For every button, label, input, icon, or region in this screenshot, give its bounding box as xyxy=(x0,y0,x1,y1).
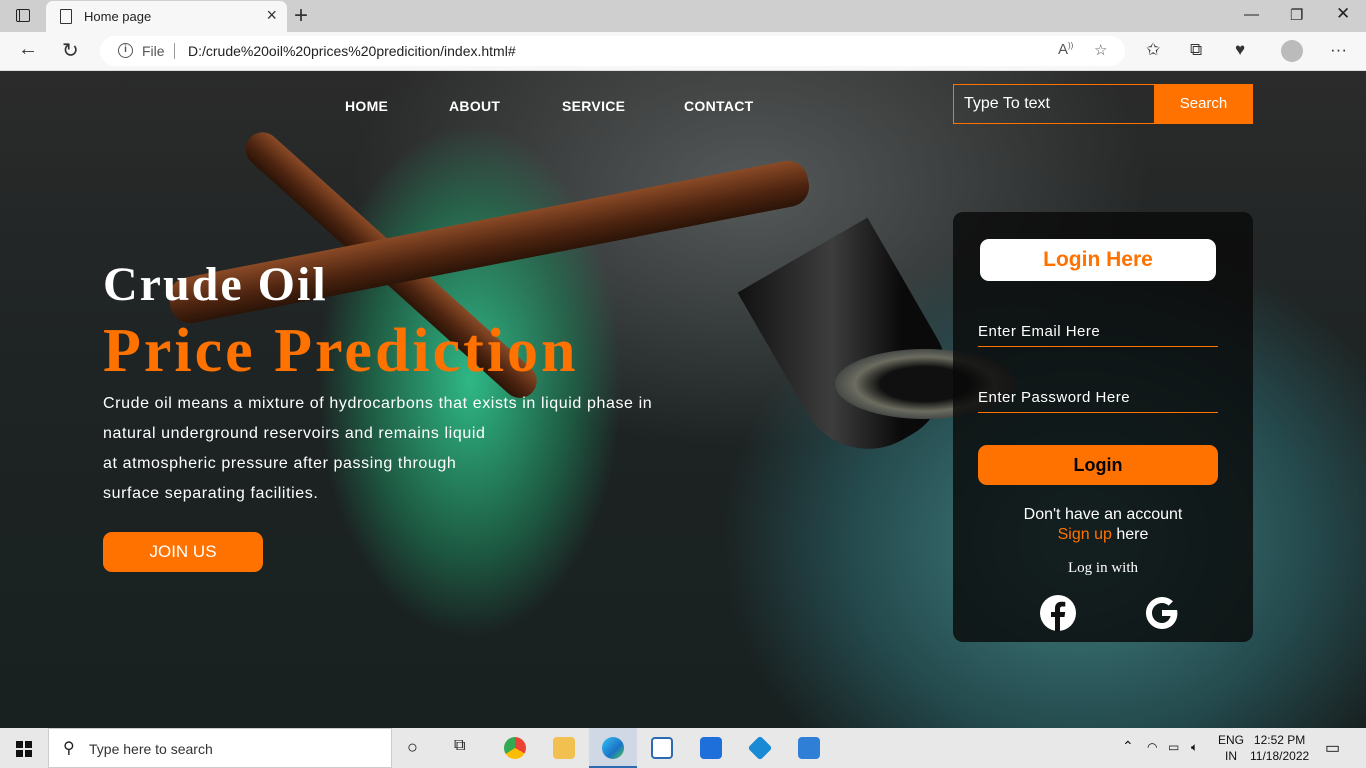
taskbar-search-placeholder: Type here to search xyxy=(89,741,213,757)
more-menu-icon[interactable]: ··· xyxy=(1330,40,1347,60)
signup-suffix: here xyxy=(1111,526,1149,543)
minimize-icon[interactable]: — xyxy=(1244,6,1259,23)
clock-time: 12:52 PM xyxy=(1253,733,1306,747)
hero-description: Crude oil means a mixture of hydrocarbon… xyxy=(103,389,703,509)
show-hidden-icons[interactable]: ⌃ xyxy=(1122,738,1134,755)
new-tab-icon[interactable]: + xyxy=(294,2,308,30)
url-text[interactable]: D:/crude%20oil%20prices%20predicition/in… xyxy=(188,43,516,59)
collections-icon[interactable]: ⧉ xyxy=(1190,40,1202,60)
search-icon: ⚲ xyxy=(63,740,75,757)
login-button[interactable]: Login xyxy=(978,445,1218,485)
search-button[interactable]: Search xyxy=(1154,84,1253,124)
back-icon[interactable]: ← xyxy=(18,38,38,61)
hero-description-line: at atmospheric pressure after passing th… xyxy=(103,455,457,472)
read-aloud-icon[interactable]: A)) xyxy=(1058,41,1073,58)
refresh-icon[interactable]: ↻ xyxy=(62,38,79,63)
browser-tab-bar: Home page × + — ❐ ✕ xyxy=(0,0,1366,32)
signup-link[interactable]: Sign up xyxy=(1058,526,1112,543)
system-clock[interactable]: 12:52 PM 11/18/2022 xyxy=(1250,732,1309,764)
nav-about[interactable]: ABOUT xyxy=(449,98,500,114)
nav-home[interactable]: HOME xyxy=(345,98,388,114)
hero-description-line: Crude oil means a mixture of hydrocarbon… xyxy=(103,395,653,412)
google-icon[interactable] xyxy=(1144,595,1180,631)
clock-date: 11/18/2022 xyxy=(1250,749,1310,763)
close-window-icon[interactable]: ✕ xyxy=(1336,4,1350,24)
info-icon[interactable]: i xyxy=(118,43,133,58)
web-page: HOME ABOUT SERVICE CONTACT Type To text … xyxy=(0,71,1366,728)
browser-tab[interactable]: Home page × xyxy=(46,1,287,32)
battery-icon[interactable]: ▭ xyxy=(1168,740,1179,754)
region-code: IN xyxy=(1225,749,1237,763)
close-tab-icon[interactable]: × xyxy=(266,5,277,26)
join-us-button[interactable]: JOIN US xyxy=(103,532,263,572)
windows-start-icon[interactable] xyxy=(16,741,32,757)
signup-line: Sign up here xyxy=(953,525,1253,545)
edge-icon[interactable] xyxy=(602,737,624,759)
health-icon[interactable]: ♥ xyxy=(1235,40,1245,60)
tab-title: Home page xyxy=(84,9,152,24)
nav-service[interactable]: SERVICE xyxy=(562,98,625,114)
wifi-icon[interactable]: ◠ xyxy=(1147,740,1157,754)
photos-icon[interactable] xyxy=(798,737,820,759)
profile-avatar[interactable] xyxy=(1281,40,1303,62)
language-code: ENG xyxy=(1218,733,1245,747)
url-scheme-label: File xyxy=(142,43,165,59)
vscode-icon[interactable] xyxy=(747,735,773,761)
tab-actions-icon[interactable] xyxy=(16,9,30,22)
search-input[interactable]: Type To text xyxy=(953,84,1155,124)
taskbar-search-input[interactable]: ⚲ Type here to search xyxy=(48,728,392,768)
login-with-label: Log in with xyxy=(1068,560,1138,576)
background-oil-stream xyxy=(737,217,973,475)
hero-description-line: surface separating facilities. xyxy=(103,485,319,502)
login-title: Login Here xyxy=(980,239,1216,281)
facebook-icon[interactable] xyxy=(1040,595,1076,631)
hero-subtitle: Price Prediction xyxy=(103,317,579,385)
email-field[interactable]: Enter Email Here xyxy=(978,317,1218,347)
chrome-icon[interactable] xyxy=(504,737,526,759)
page-icon xyxy=(60,9,72,24)
store-icon[interactable] xyxy=(651,737,673,759)
file-explorer-icon[interactable] xyxy=(553,737,575,759)
task-view-icon[interactable]: ⧉ xyxy=(454,737,465,755)
mail-icon[interactable] xyxy=(700,737,722,759)
cortana-icon[interactable]: ○ xyxy=(407,737,418,758)
url-field[interactable]: i File D:/crude%20oil%20prices%20predici… xyxy=(100,36,1125,66)
login-card: Login Here Enter Email Here Enter Passwo… xyxy=(953,212,1253,642)
nav-contact[interactable]: CONTACT xyxy=(684,98,754,114)
volume-icon[interactable]: 🔈︎ xyxy=(1191,740,1198,755)
add-favorite-icon[interactable]: ☆ xyxy=(1094,41,1107,59)
hero-description-line: natural underground reservoirs and remai… xyxy=(103,425,486,442)
language-indicator[interactable]: ENG IN xyxy=(1218,732,1244,764)
no-account-text: Don't have an account xyxy=(1023,506,1183,523)
address-bar: ← ↻ i File D:/crude%20oil%20prices%20pre… xyxy=(0,32,1366,71)
divider xyxy=(174,43,175,59)
notifications-icon[interactable]: ▭ xyxy=(1325,738,1340,758)
hero-title: Crude Oil xyxy=(103,258,328,311)
password-field[interactable]: Enter Password Here xyxy=(978,383,1218,413)
favorites-icon[interactable]: ✩ xyxy=(1146,40,1160,60)
restore-icon[interactable]: ❐ xyxy=(1290,6,1303,24)
windows-taskbar: ⚲ Type here to search ○ ⧉ ⌃ ◠ ▭ 🔈︎ ENG I… xyxy=(0,728,1366,768)
